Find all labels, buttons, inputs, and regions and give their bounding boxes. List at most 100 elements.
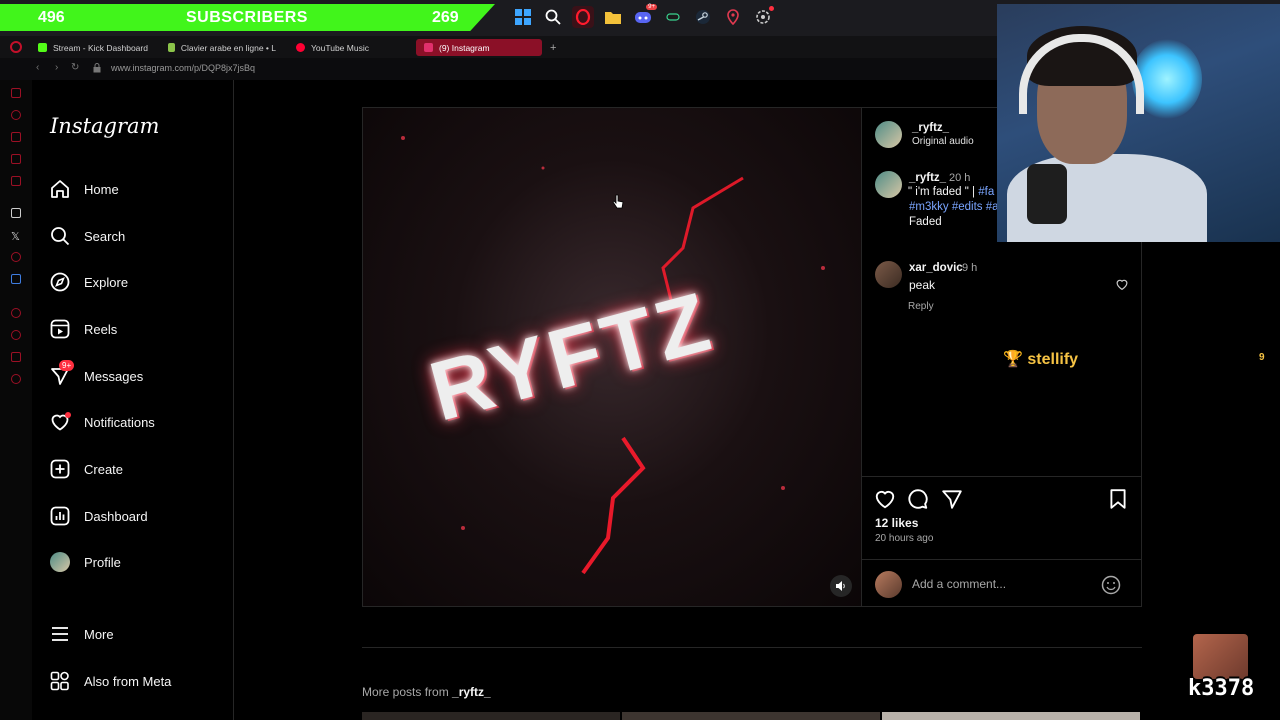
likes-count[interactable]: 12 likes [875,516,918,530]
subscriber-banner: 496 SUBSCRIBERS 269 [0,4,495,31]
back-icon[interactable]: ‹ [36,62,39,73]
sidebar-app-icon[interactable] [11,154,21,164]
steam-icon[interactable] [692,6,714,28]
emoji-icon[interactable] [1101,575,1121,595]
sidebar-app-icon[interactable] [11,110,21,120]
x-icon[interactable]: 𝕏 [11,230,20,243]
caption-avatar[interactable] [875,171,902,198]
nav-home[interactable]: Home [50,176,119,202]
nav-create[interactable]: Create [50,456,123,482]
nav-messages[interactable]: 9+ Messages [50,360,144,389]
tab-label: Stream - Kick Dashboard [53,42,148,53]
nav-label: Profile [84,554,121,570]
nav-label: Messages [84,368,144,384]
tab-clavier-arabe[interactable]: Clavier arabe en ligne • L [160,39,284,56]
nav-label: Home [84,181,119,197]
tab-youtube-music[interactable]: YouTube Music [288,39,412,56]
like-icon[interactable] [874,488,896,510]
nav-also-from-meta[interactable]: Also from Meta [50,668,171,694]
compass-icon [50,272,70,292]
post-media[interactable]: RYFTZ [362,107,862,607]
forward-icon[interactable]: › [55,62,58,73]
settings-icon[interactable] [752,6,774,28]
sidebar-app-icon[interactable] [11,274,21,284]
caption-hashtags: #m3kky #edits #a [909,201,999,213]
sidebar-app-icon[interactable] [11,308,21,318]
stellify-count: 9 [1259,352,1265,363]
avatar-icon [50,552,70,572]
reload-icon[interactable]: ↻ [71,62,79,73]
share-icon[interactable] [941,488,963,510]
hashtag-link[interactable]: #fa [978,186,994,198]
author-avatar[interactable] [875,121,902,148]
subscriber-count-right: 269 [432,9,459,26]
nav-dashboard[interactable]: Dashboard [50,503,148,529]
notification-dot [769,6,774,11]
folder-icon[interactable] [602,6,624,28]
comment-username[interactable]: xar_dovic [909,262,963,274]
post-thumbnail[interactable] [622,712,880,720]
sidebar-app-icon[interactable] [11,176,21,186]
more-posts-user[interactable]: _ryftz_ [452,685,491,699]
tab-instagram[interactable]: (9) Instagram [416,39,542,56]
hashtag-link[interactable]: #m3kky [909,201,949,213]
nav-search[interactable]: Search [50,223,125,249]
caption-username[interactable]: _ryftz_ [909,172,946,184]
search-icon [50,226,70,246]
subscriber-label: SUBSCRIBERS [186,9,308,26]
settings-icon[interactable] [11,374,21,384]
nav-explore[interactable]: Explore [50,269,128,295]
audio-toggle-button[interactable] [830,575,852,597]
webcam-overlay [997,4,1280,242]
user-avatar [875,571,902,598]
nav-label: More [84,626,114,642]
comment-like-icon[interactable] [1115,278,1129,291]
emote-text: k3378 [1188,676,1255,701]
clock-icon[interactable] [11,330,21,340]
reply-button[interactable]: Reply [908,301,934,312]
tab-label: YouTube Music [311,42,369,53]
nav-reels[interactable]: Reels [50,316,117,342]
post-thumbnail[interactable] [362,712,620,720]
sidebar-app-icon[interactable] [11,208,21,218]
action-bar [862,476,1142,477]
windows-icon[interactable] [512,6,534,28]
nav-label: Dashboard [84,508,148,524]
hashtag-link[interactable]: #edits [952,201,983,213]
caption-line1: " i'm faded " | [908,186,979,198]
comment-box: Add a comment... [862,559,1142,608]
discord-icon[interactable]: 9+ [632,4,657,28]
map-pin-icon[interactable] [722,6,744,28]
bookmark-icon[interactable] [1107,488,1129,510]
comment-icon[interactable] [907,488,929,510]
audio-label[interactable]: Original audio [912,136,974,147]
nav-more[interactable]: More [50,621,114,647]
sidebar-app-icon[interactable] [11,352,21,362]
sidebar-app-icon[interactable] [11,88,21,98]
post-thumbnail[interactable] [882,712,1140,720]
nav-profile[interactable]: Profile [50,549,121,575]
notification-dot [65,412,71,418]
section-divider [362,647,1142,648]
commenter-avatar[interactable] [875,261,902,288]
new-tab-button[interactable]: + [542,39,564,56]
url-text[interactable]: www.instagram.com/p/DQP8jx7jsBq [111,63,255,73]
reels-icon [50,319,70,339]
home-icon [50,179,70,199]
app-icon[interactable] [662,6,684,28]
opera-menu-icon[interactable] [10,41,22,53]
sidebar-app-icon[interactable] [11,132,21,142]
post-time: 20 hours ago [875,533,934,544]
author-username[interactable]: _ryftz_ [912,122,949,134]
nav-notifications[interactable]: Notifications [50,409,155,435]
discord-badge: 9+ [646,4,657,10]
opera-icon[interactable] [572,6,594,28]
comment-input[interactable]: Add a comment... [912,577,1006,591]
lock-icon [93,63,101,76]
search-icon[interactable] [542,6,564,28]
kick-icon [38,43,47,52]
opera-sidebar: 𝕏 [0,80,32,720]
instagram-logo[interactable]: Instagram [50,114,159,138]
tab-kick-dashboard[interactable]: Stream - Kick Dashboard [30,39,160,56]
sidebar-app-icon[interactable] [11,252,21,262]
